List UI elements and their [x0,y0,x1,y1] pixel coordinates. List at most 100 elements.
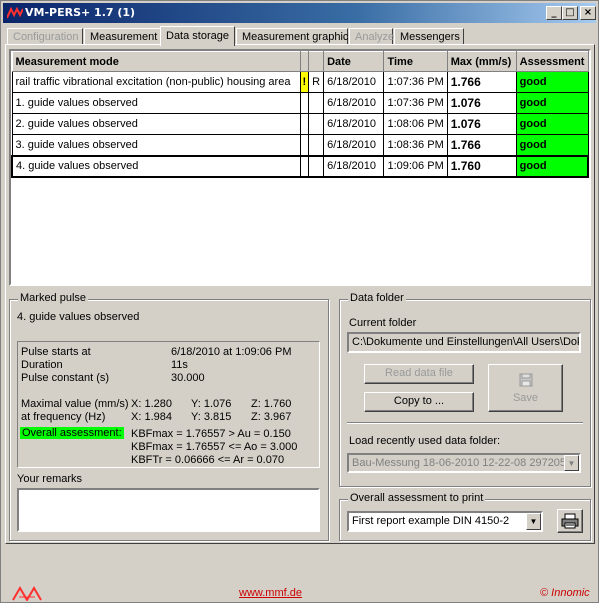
cell-extra [308,92,325,114]
kbf-line: KBFTr = 0.06666 <= Ar = 0.070 [131,454,285,466]
close-button[interactable]: × [580,6,596,20]
remarks-textarea[interactable] [17,488,320,532]
cell-extra [308,134,325,156]
cell-date: 6/18/2010 [323,154,385,178]
floppy-save-icon [519,373,533,387]
table-row[interactable]: 1. guide values observed 6/18/2010 1:07:… [11,92,589,114]
current-folder-label: Current folder [349,317,417,329]
kbf-line: KBFmax = 1.76557 <= Ao = 3.000 [131,441,298,453]
warning-flag-icon: ! [299,71,310,93]
recent-folder-label: Load recently used data folder: [349,435,501,447]
cell-flag [299,113,310,135]
table-row[interactable]: rail traffic vibrational excitation (non… [11,71,589,93]
cell-time: 1:09:06 PM [383,154,448,178]
cell-date: 6/18/2010 [323,113,385,135]
cell-max: 1.766 [446,71,517,93]
app-logo-icon [7,7,23,19]
website-link[interactable]: www.mmf.de [239,587,302,599]
cell-extra: R [308,71,325,93]
column-header-mode[interactable]: Measurement mode [11,51,301,72]
cell-extra [308,113,325,135]
max-value-x: X: 1.280 [131,398,172,410]
cell-mode: rail traffic vibrational excitation (non… [11,71,301,93]
tab-analyze: Analyze [349,28,394,45]
cell-max: 1.076 [446,113,517,135]
tab-messengers[interactable]: Messengers [394,28,464,45]
duration-value: 11s [171,359,188,371]
print-report-dropdown[interactable]: First report example DIN 4150-2 ▼ [347,511,543,532]
cell-date: 6/18/2010 [323,71,385,93]
column-header-date[interactable]: Date [323,51,385,72]
cell-flag [299,92,310,114]
cell-flag [299,154,310,178]
cell-date: 6/18/2010 [323,134,385,156]
print-report-value: First report example DIN 4150-2 [352,515,510,527]
print-button[interactable] [557,509,583,533]
tab-measurement-graphic[interactable]: Measurement graphic [236,28,348,45]
maximize-button[interactable]: □ [562,6,578,20]
column-header-extra[interactable] [308,51,325,72]
title-bar[interactable]: VM-PERS+ 1.7 (1) _ □ × [3,3,596,23]
cell-mode: 1. guide values observed [11,92,301,114]
cell-time: 1:08:06 PM [383,113,448,135]
cell-mode: 4. guide values observed [11,154,301,178]
cell-mode: 3. guide values observed [11,134,301,156]
dropdown-arrow-icon[interactable]: ▼ [564,455,579,471]
column-header-assessment[interactable]: Assessment [515,51,589,72]
dropdown-arrow-icon[interactable]: ▼ [526,513,541,530]
max-value-label: Maximal value (mm/s) [21,398,129,410]
cell-assessment: good [515,71,589,93]
print-assessment-legend: Overall assessment to print [348,492,486,504]
frequency-z: Z: 3.967 [251,411,292,423]
brand-copyright: © Innomic [540,587,590,599]
cell-max: 1.766 [446,134,517,156]
minimize-button[interactable]: _ [546,6,562,20]
cell-extra [308,154,325,178]
cell-max: 1.760 [446,154,517,178]
remarks-label: Your remarks [17,473,83,485]
marked-pulse-legend: Marked pulse [18,292,89,304]
cell-assessment: good [515,92,589,114]
overall-assessment-badge: Overall assessment: [20,427,124,439]
tab-data-storage[interactable]: Data storage [160,26,235,46]
app-window: VM-PERS+ 1.7 (1) _ □ × Configuration Mea… [0,0,599,603]
table-row[interactable]: 2. guide values observed 6/18/2010 1:08:… [11,113,589,135]
window-title: VM-PERS+ 1.7 (1) [25,6,136,19]
frequency-y: Y: 3.815 [191,411,232,423]
cell-assessment: good [515,154,589,178]
pulse-constant-value: 30.000 [171,372,205,384]
marked-pulse-name: 4. guide values observed [17,311,140,323]
pulse-constant-label: Pulse constant (s) [21,372,110,384]
tab-measurement[interactable]: Measurement [84,28,161,45]
printer-icon [561,513,579,529]
read-data-file-button[interactable]: Read data file [364,364,474,384]
cell-time: 1:07:36 PM [383,92,448,114]
app-logo-icon [12,586,42,601]
cell-time: 1:08:36 PM [383,134,448,156]
measurement-table[interactable]: Measurement mode Date Time Max (mm/s) As… [9,49,591,286]
cell-mode: 2. guide values observed [11,113,301,135]
cell-date: 6/18/2010 [323,92,385,114]
pulse-starts-label: Pulse starts at [21,346,91,358]
save-button[interactable]: Save [488,364,563,412]
cell-time: 1:07:36 PM [383,71,448,93]
save-button-label: Save [512,392,539,404]
table-row[interactable]: 3. guide values observed 6/18/2010 1:08:… [11,134,589,156]
cell-max: 1.076 [446,92,517,114]
column-header-flag[interactable] [299,51,310,72]
status-bar: www.mmf.de © Innomic [1,581,598,603]
copy-to-button[interactable]: Copy to ... [364,392,474,412]
current-folder-field[interactable]: C:\Dokumente und Einstellungen\All Users… [347,332,581,353]
recent-folder-dropdown[interactable]: Bau-Messung 18-06-2010 12-22-08 2972058 … [347,453,581,473]
tab-configuration: Configuration [7,28,83,45]
duration-label: Duration [21,359,63,371]
max-value-y: Y: 1.076 [191,398,232,410]
column-header-max[interactable]: Max (mm/s) [446,51,517,72]
frequency-label: at frequency (Hz) [21,411,106,423]
table-row-selected[interactable]: 4. guide values observed 6/18/2010 1:09:… [11,154,589,178]
column-header-time[interactable]: Time [383,51,448,72]
recent-folder-value: Bau-Messung 18-06-2010 12-22-08 2972058 [352,457,573,469]
cell-assessment: good [515,113,589,135]
pulse-starts-value: 6/18/2010 at 1:09:06 PM [171,346,292,358]
max-value-z: Z: 1.760 [251,398,292,410]
